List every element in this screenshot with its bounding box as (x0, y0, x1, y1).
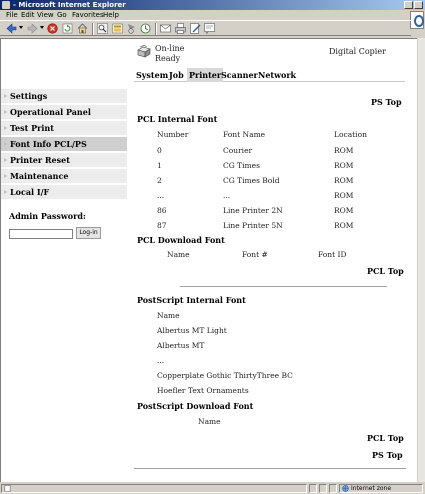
bottom-divider (134, 468, 406, 469)
status-cell (309, 484, 317, 493)
minimize-button[interactable] (404, 1, 413, 9)
table-cell: 0 (157, 146, 162, 155)
list-item: Albertus MT Light (157, 326, 227, 335)
stop-icon[interactable] (47, 23, 58, 34)
tab-scanner[interactable]: Scanner (219, 68, 260, 82)
status-page-icon-cell (1, 484, 307, 493)
pcl-top-link[interactable]: PCL Top (367, 266, 404, 276)
vertical-scrollbar[interactable] (417, 38, 425, 482)
device-model: Digital Copier (329, 47, 386, 56)
menu-go[interactable]: Go (57, 10, 67, 20)
ps-internal-col-name: Name (157, 311, 180, 320)
table-cell: 1 (157, 161, 162, 170)
sidebar-item-local-if[interactable]: Local I/F (1, 185, 127, 200)
status-bar: Internet zone (0, 483, 425, 494)
forward-icon[interactable] (27, 23, 38, 34)
ps-internal-heading: PostScript Internal Font (137, 295, 246, 305)
back-icon[interactable] (6, 23, 17, 34)
pcl-internal-col-font-name: Font Name (223, 130, 266, 139)
menu-edit[interactable]: Edit (21, 10, 35, 20)
table-cell: 86 (157, 206, 167, 215)
status-zone-text: Internet zone (351, 485, 392, 492)
search-icon[interactable] (97, 23, 108, 34)
table-cell: CG Times Bold (223, 176, 280, 185)
sidebar-item-font-info[interactable]: Font Info PCL/PS (1, 137, 127, 152)
admin-password-label: Admin Password: (9, 211, 86, 221)
ps-download-heading: PostScript Download Font (137, 401, 254, 411)
menu-favorites[interactable]: Favorites (72, 10, 104, 20)
sidebar-item-test-print[interactable]: Test Print (1, 121, 127, 136)
printer-status-icon (137, 45, 151, 58)
pcl-internal-col-location: Location (334, 130, 367, 139)
admin-password-input[interactable] (9, 229, 73, 239)
status-zone-cell: Internet zone (339, 484, 423, 493)
table-cell: Line Printer 5N (223, 221, 283, 230)
ps-download-col-name: Name (198, 417, 221, 426)
print-icon[interactable] (175, 23, 186, 34)
table-cell: ROM (334, 191, 354, 200)
ie-logo-icon (2, 1, 10, 9)
tab-printer[interactable]: Printer (187, 68, 224, 82)
table-cell: ... (223, 191, 231, 200)
menu-help[interactable]: Help (103, 10, 119, 20)
status-ready: Ready (155, 54, 181, 63)
favorites-icon[interactable] (112, 23, 123, 34)
table-cell: ROM (334, 176, 354, 185)
table-cell: Courier (223, 146, 253, 155)
table-cell: ... (157, 191, 165, 200)
window-titlebar: - Microsoft Internet Explorer (0, 0, 425, 10)
sidebar-item-operational-panel[interactable]: Operational Panel (1, 105, 127, 120)
home-icon[interactable] (77, 23, 88, 34)
media-icon[interactable] (126, 23, 137, 34)
ps-top-link-bottom[interactable]: PS Top (372, 450, 403, 460)
tab-job[interactable]: Job (167, 68, 186, 82)
toolbar (0, 20, 411, 36)
pcl-download-col-font-number: Font # (242, 250, 268, 259)
refresh-icon[interactable] (62, 23, 73, 34)
page-icon (4, 485, 11, 492)
menu-view[interactable]: View (37, 10, 54, 20)
table-cell: ROM (334, 221, 354, 230)
maximize-button[interactable] (414, 1, 423, 9)
tab-system[interactable]: System (134, 68, 170, 82)
pcl-download-col-font-id: Font ID (318, 250, 347, 259)
mail-icon[interactable] (160, 23, 171, 34)
tab-bar: System Job Printer Scanner Network (134, 68, 405, 82)
ie-throbber-icon (410, 11, 424, 29)
table-cell: ROM (334, 206, 354, 215)
pcl-internal-col-number: Number (157, 130, 189, 139)
tab-network[interactable]: Network (256, 68, 298, 82)
table-cell: 87 (157, 221, 167, 230)
status-online: On-line (155, 44, 185, 53)
list-item: Albertus MT (157, 341, 205, 350)
discuss-icon[interactable] (204, 23, 215, 34)
table-cell: ROM (334, 146, 354, 155)
table-cell: CG Times (223, 161, 260, 170)
login-button[interactable]: Log-in (76, 227, 101, 239)
browser-content: On-line Ready Digital Copier System Job … (0, 38, 417, 482)
edit-icon[interactable] (190, 23, 201, 34)
pcl-top-link-bottom[interactable]: PCL Top (367, 433, 404, 443)
sidebar-item-settings[interactable]: Settings (1, 89, 127, 104)
sidebar-item-printer-reset[interactable]: Printer Reset (1, 153, 127, 168)
globe-icon (342, 485, 349, 492)
table-cell: ROM (334, 161, 354, 170)
status-cell (319, 484, 327, 493)
history-icon[interactable] (140, 23, 151, 34)
list-item: Hoefler Text Ornaments (157, 386, 249, 395)
pcl-download-col-name: Name (167, 250, 190, 259)
sidebar-item-maintenance[interactable]: Maintenance (1, 169, 127, 184)
window-title: - Microsoft Internet Explorer (13, 1, 126, 9)
list-item: ... (157, 356, 165, 365)
table-cell: 2 (157, 176, 162, 185)
menu-file[interactable]: File (6, 10, 18, 20)
status-cell (329, 484, 337, 493)
list-item: Copperplate Gothic ThirtyThree BC (157, 371, 293, 380)
pcl-internal-heading: PCL Internal Font (137, 114, 218, 124)
section-divider (180, 286, 387, 287)
table-cell: Line Printer 2N (223, 206, 283, 215)
menu-bar: File Edit View Go Favorites Help (0, 10, 425, 20)
pcl-download-heading: PCL Download Font (137, 235, 225, 245)
ps-top-link[interactable]: PS Top (371, 97, 402, 107)
